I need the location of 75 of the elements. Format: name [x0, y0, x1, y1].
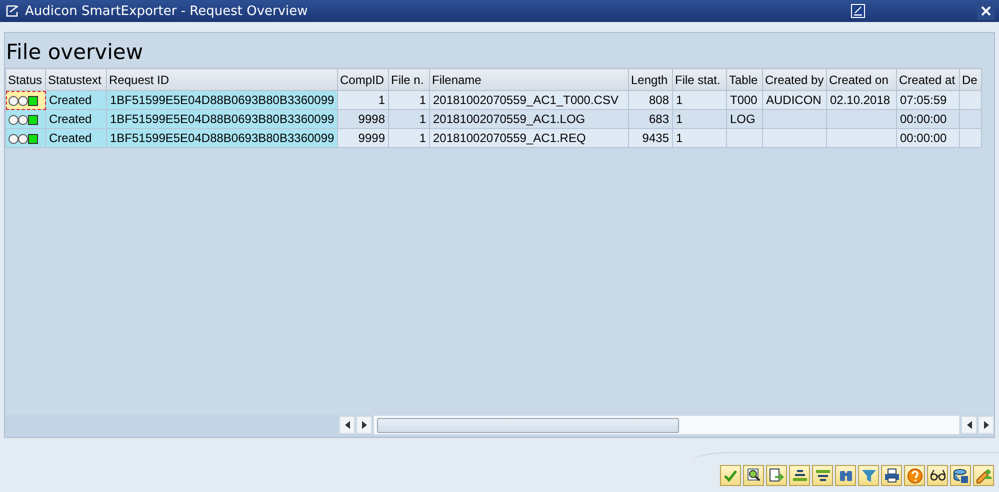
table-cell-text: 1BF51599E5E04D88B0693B80B3360099 — [110, 93, 334, 107]
document-arrow-icon — [768, 466, 786, 484]
table-cell-text: 1 — [419, 93, 426, 107]
table-cell-text: 683 — [648, 112, 669, 126]
column-header[interactable]: Filename — [430, 68, 628, 90]
scrollbar-thumb[interactable] — [377, 418, 679, 432]
left-triangle-icon — [344, 421, 350, 429]
column-header[interactable]: Status — [6, 68, 46, 90]
column-header[interactable]: Request ID — [106, 68, 338, 90]
toolbar-button[interactable] — [743, 465, 764, 486]
table-cell-text: 808 — [648, 93, 669, 107]
table-cell-text: 1 — [419, 112, 426, 126]
table-cell-text: 1 — [676, 93, 683, 107]
table-cell-text: 00:00:00 — [900, 112, 947, 126]
scroll-left-button[interactable] — [961, 416, 977, 434]
table-cell-text: 9998 — [358, 112, 385, 126]
pencil-icon — [851, 4, 865, 18]
table-cell-text: AUDICON — [766, 93, 822, 107]
window-title: Audicon SmartExporter - Request Overview — [25, 4, 308, 18]
column-header[interactable]: Table — [726, 68, 762, 90]
right-triangle-icon — [362, 421, 366, 429]
table-cell-text: 1BF51599E5E04D88B0693B80B3360099 — [110, 112, 334, 126]
help-icon — [906, 466, 924, 484]
table-cell-text: 20181002070559_AC1.REQ — [433, 131, 586, 145]
pencil-user-icon — [974, 466, 992, 484]
left-triangle-icon — [966, 421, 972, 429]
close-icon — [980, 5, 992, 17]
scroll-left-button[interactable] — [339, 416, 355, 434]
scroll-right-button[interactable] — [978, 416, 994, 434]
traffic-light-icon — [8, 133, 38, 145]
traffic-light-icon — [8, 95, 38, 107]
column-header[interactable]: Created at — [896, 68, 960, 90]
table-cell-text: T000 — [730, 93, 758, 107]
column-header[interactable]: Length — [628, 68, 672, 90]
database-disk-icon — [952, 466, 970, 484]
column-header[interactable]: CompID — [338, 68, 388, 90]
column-header[interactable]: File stat. — [672, 68, 726, 90]
table-cell-text: Created — [49, 93, 92, 107]
column-header[interactable]: De — [960, 68, 982, 90]
status-cell[interactable] — [6, 110, 46, 128]
scroll-right-button[interactable] — [356, 416, 372, 434]
printer-icon — [882, 466, 900, 484]
status-cell[interactable] — [6, 128, 46, 148]
column-header[interactable]: Created by — [762, 68, 826, 90]
column-header[interactable]: Statustext — [46, 68, 106, 90]
toolbar-button[interactable] — [789, 465, 810, 486]
table-cell-text: LOG — [730, 112, 756, 126]
table-cell-text: 00:00:00 — [900, 131, 947, 145]
table-cell-text: 20181002070559_AC1.LOG — [433, 112, 586, 126]
page-heading: File overview — [5, 39, 144, 66]
table-cell-text: 02.10.2018 — [830, 93, 890, 107]
table-cell-text: 9435 — [642, 131, 669, 145]
traffic-light-icon — [8, 114, 38, 126]
table-cell-text: 1 — [378, 93, 385, 107]
close-button[interactable] — [977, 2, 995, 20]
table-cell-text: Created — [49, 112, 92, 126]
table-cell-text: 07:05:59 — [900, 93, 947, 107]
toolbar-button[interactable] — [927, 465, 948, 486]
column-header[interactable]: Created on — [826, 68, 896, 90]
toolbar-button[interactable] — [812, 465, 833, 486]
table-cell-text: 1BF51599E5E04D88B0693B80B3360099 — [110, 131, 334, 145]
table-cell-text: 1 — [676, 131, 683, 145]
toolbar-button[interactable] — [766, 465, 787, 486]
toolbar-button[interactable] — [950, 465, 971, 486]
table-cell-text: 1 — [676, 112, 683, 126]
window-menu-icon[interactable] — [6, 5, 20, 17]
table-cell-text: 20181002070559_AC1_T000.CSV — [433, 93, 618, 107]
column-header[interactable]: File n. — [388, 68, 430, 90]
table-cell-text: 9999 — [358, 131, 385, 145]
table-cell-text: 1 — [419, 131, 426, 145]
right-triangle-icon — [984, 421, 988, 429]
table-cell-text: Created — [49, 131, 92, 145]
status-cell[interactable] — [6, 90, 46, 110]
customize-button[interactable] — [849, 2, 867, 20]
toolbar-button[interactable] — [881, 465, 902, 486]
